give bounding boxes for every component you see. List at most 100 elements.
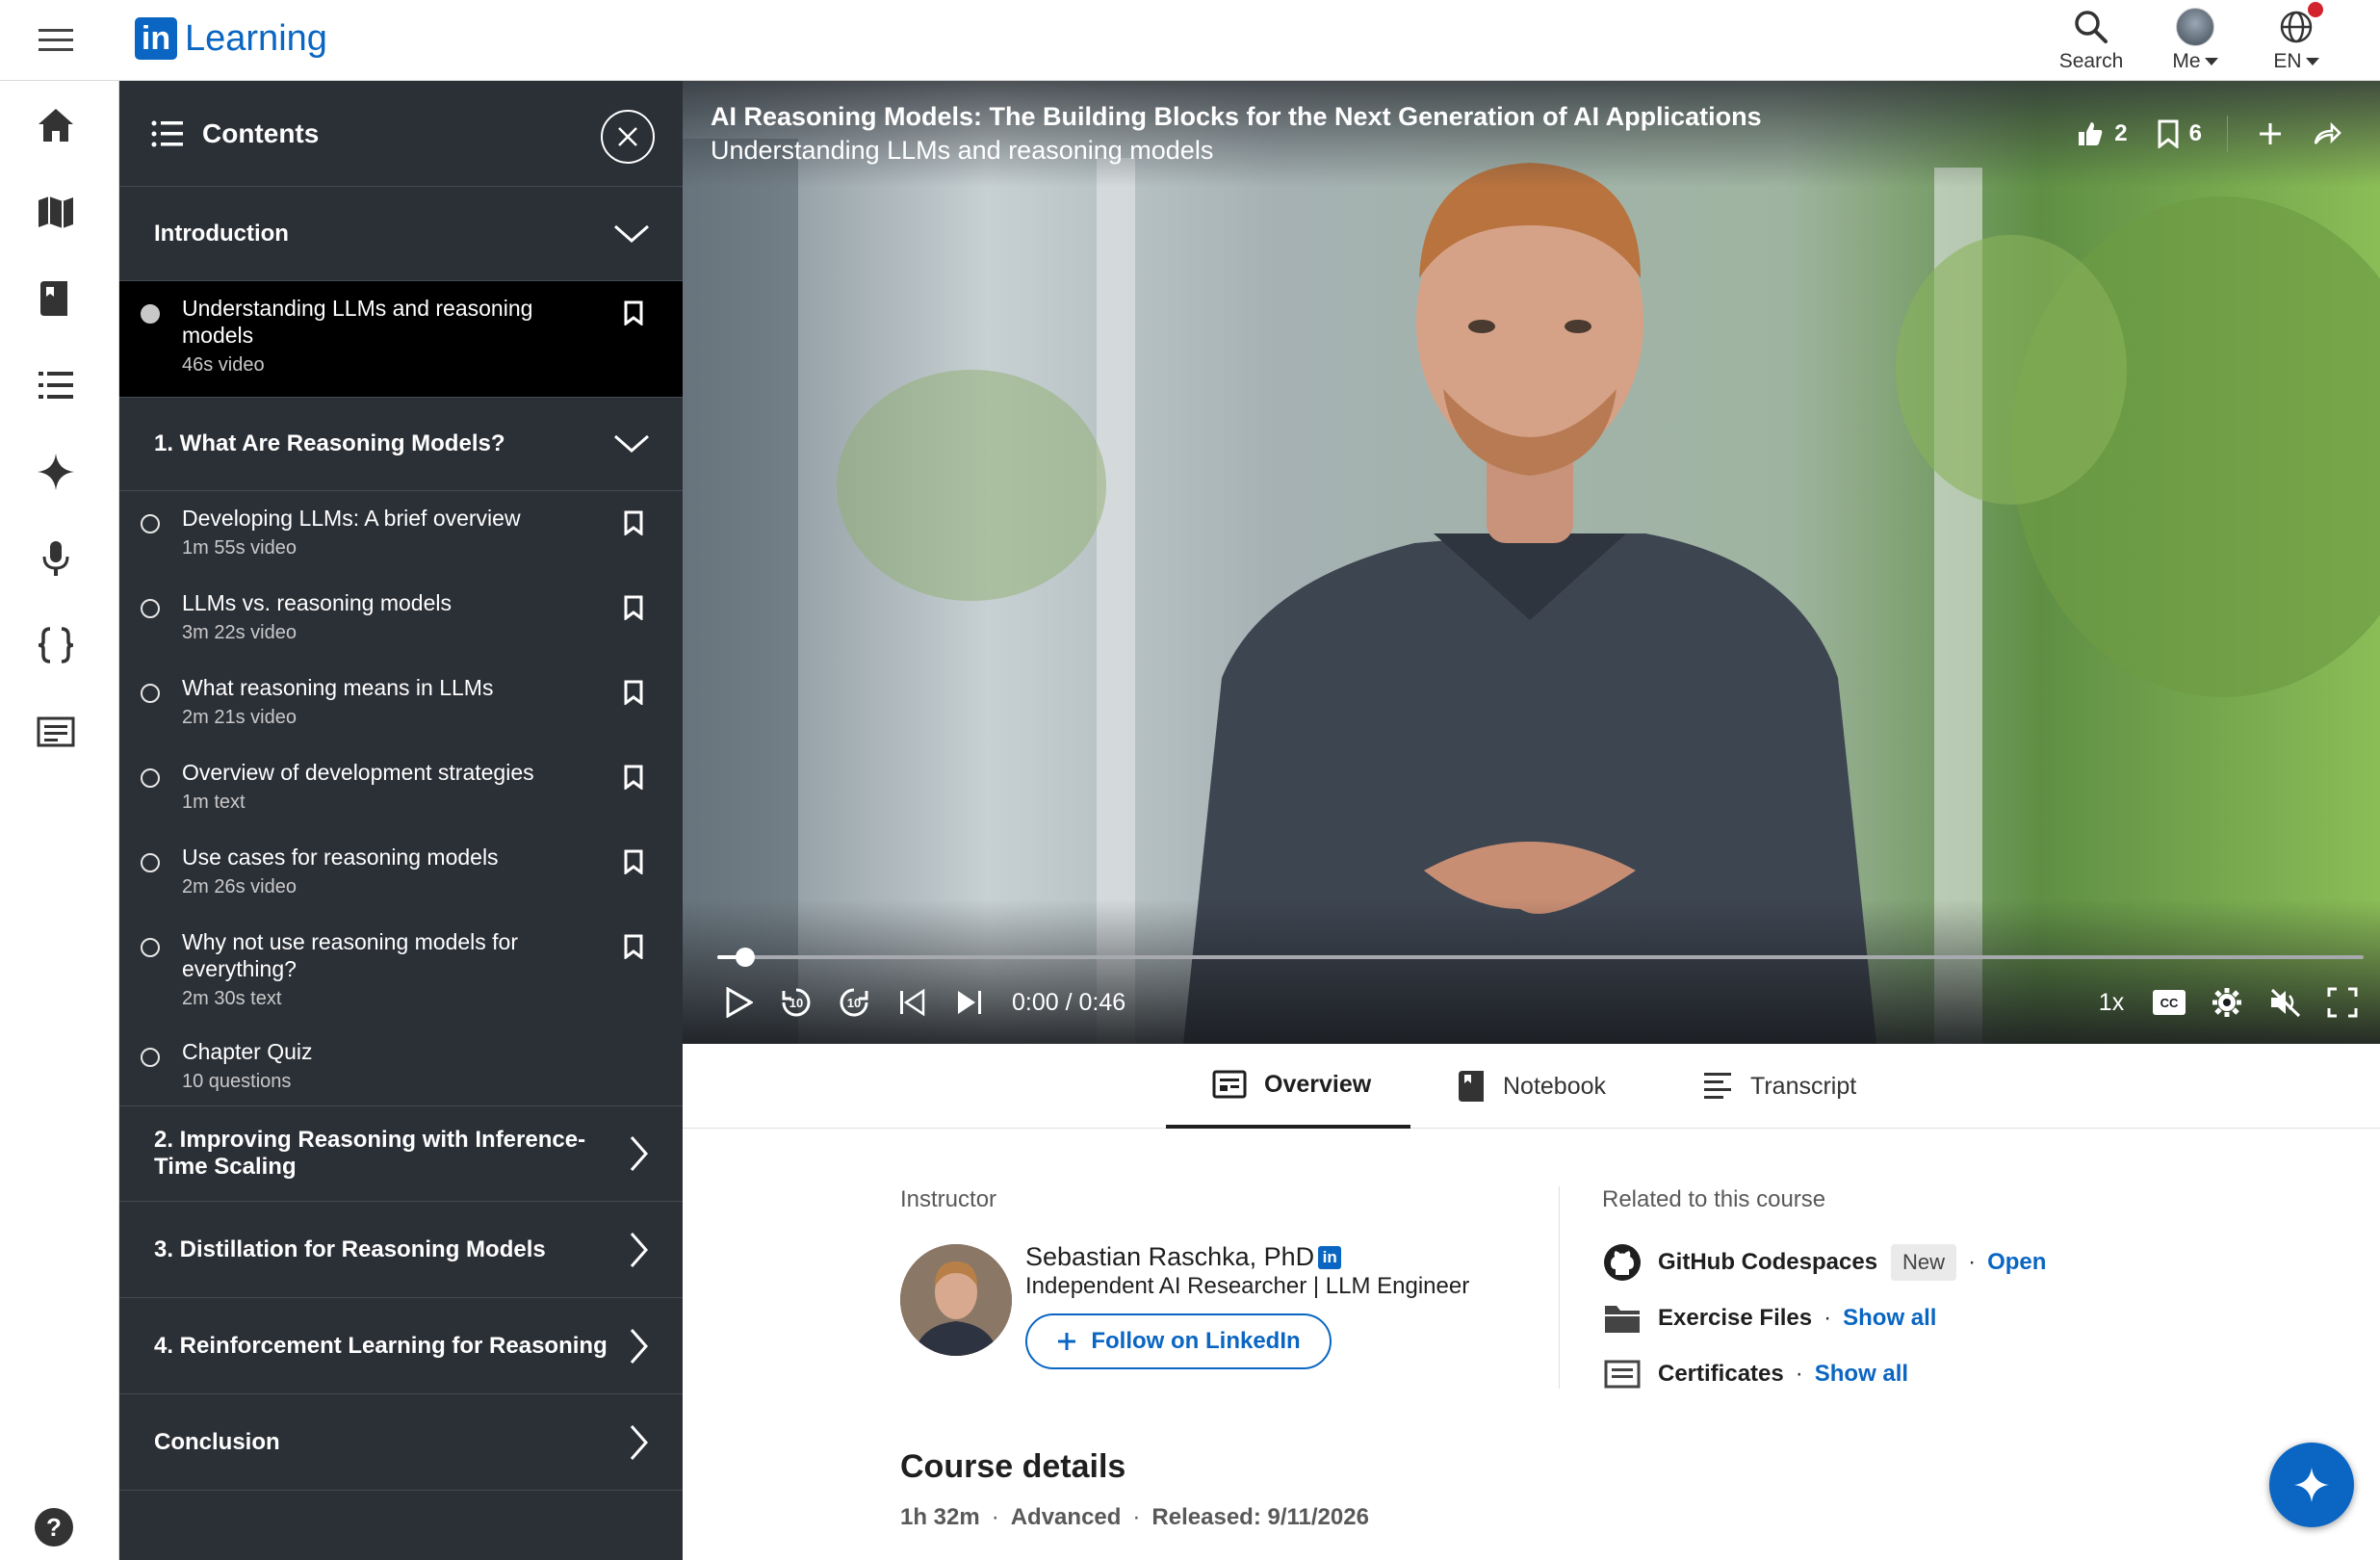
tab-overview[interactable]: Overview [1166,1044,1410,1129]
chevron-down-icon [614,224,649,243]
closed-captions-icon: CC [2153,990,2186,1015]
lesson-item[interactable]: Chapter Quiz 10 questions [119,1025,683,1105]
progress-dot [141,768,160,788]
section-introduction[interactable]: Introduction [119,187,683,281]
related-name: Exercise Files [1658,1305,1813,1331]
svg-text:10: 10 [789,996,803,1010]
lesson-item[interactable]: Use cases for reasoning models 2m 26s vi… [119,830,683,915]
save-button[interactable]: 6 [2157,119,2202,148]
tab-notebook[interactable]: Notebook [1457,1044,1606,1129]
left-rail [0,81,119,1560]
saves-count: 6 [2188,120,2202,146]
rewind-10-button[interactable]: 10 [775,981,817,1024]
library-book-icon[interactable] [33,275,79,322]
section-reinforcement-learning[interactable]: 4. Reinforcement Learning for Reasoning [119,1298,683,1394]
show-all-link[interactable]: Show all [1815,1361,1908,1388]
list-icon[interactable] [33,362,79,408]
microphone-icon[interactable] [33,535,79,582]
lesson-item[interactable]: What reasoning means in LLMs 2m 21s vide… [119,661,683,745]
play-icon [726,987,753,1018]
close-contents-button[interactable] [601,110,655,164]
ai-coach-button[interactable] [2269,1443,2354,1527]
playback-speed-button[interactable]: 1x [2090,981,2133,1024]
home-icon[interactable] [33,102,79,148]
help-icon[interactable]: ? [35,1508,73,1547]
open-link[interactable]: Open [1987,1249,2046,1276]
video-player[interactable]: AI Reasoning Models: The Building Blocks… [683,81,2380,1044]
lesson-title: Overview of development strategies [182,760,534,785]
instructor-avatar[interactable] [900,1244,1012,1356]
forward-10-button[interactable]: 10 [833,981,875,1024]
new-badge: New [1891,1244,1957,1281]
volume-muted-icon [2270,988,2301,1018]
play-button[interactable] [717,981,760,1024]
follow-on-linkedin-button[interactable]: Follow on LinkedIn [1025,1313,1332,1369]
section-inference-time-scaling[interactable]: 2. Improving Reasoning with Inference-Ti… [119,1105,683,1202]
hamburger-menu-icon[interactable] [35,21,77,60]
contents-panel: Contents Introduction Understanding LLMs… [119,81,683,1560]
lesson-item[interactable]: Understanding LLMs and reasoning models … [119,281,683,397]
ai-sparkle-icon[interactable] [33,449,79,495]
linkedin-logo-badge: in [135,17,177,60]
separator-dot: · [991,1504,999,1530]
lesson-item[interactable]: Overview of development strategies 1m te… [119,745,683,830]
search-label: Search [2058,50,2124,72]
language-menu[interactable]: EN [2253,0,2340,81]
captions-button[interactable]: CC [2148,981,2190,1024]
map-icon[interactable] [33,189,79,235]
bookmark-icon[interactable] [623,765,644,790]
overview-icon [1212,1070,1247,1099]
mute-button[interactable] [2264,981,2306,1024]
progress-dot [141,853,160,872]
gear-icon [2212,988,2241,1017]
lesson-item[interactable]: Why not use reasoning models for everyth… [119,915,683,1025]
section-title: 2. Improving Reasoning with Inference-Ti… [154,1127,586,1180]
add-to-collection-button[interactable] [2257,120,2284,147]
next-video-button[interactable] [948,981,991,1024]
previous-video-button[interactable] [891,981,933,1024]
section-conclusion[interactable]: Conclusion [119,1394,683,1491]
progress-handle[interactable] [736,948,756,967]
search-button[interactable]: Search [2051,0,2132,81]
certificate-icon[interactable] [33,709,79,755]
timecode: 0:00 / 0:46 [1012,988,1126,1016]
share-button[interactable] [2313,120,2341,147]
related-exercise-files: Exercise Files · Show all [1602,1298,1936,1339]
section-what-are-reasoning-models[interactable]: 1. What Are Reasoning Models? [119,397,683,491]
me-menu[interactable]: Me [2157,0,2234,81]
section-title: Conclusion [154,1428,280,1455]
bookmark-icon[interactable] [623,510,644,535]
section-distillation[interactable]: 3. Distillation for Reasoning Models [119,1202,683,1298]
svg-text:CC: CC [2160,996,2179,1010]
bookmark-icon[interactable] [623,300,644,325]
ai-sparkle-icon [2294,1468,2329,1502]
follow-label: Follow on LinkedIn [1091,1328,1301,1354]
likes-count: 2 [2114,120,2128,146]
tab-transcript[interactable]: Transcript [1702,1044,1856,1129]
instructor-name[interactable]: Sebastian Raschka, PhD in [1025,1242,1342,1272]
player-controls: 10 10 0:00 / 0:46 1x CC [717,978,2364,1027]
show-all-link[interactable]: Show all [1843,1305,1936,1332]
plus-icon [2260,123,2281,144]
progress-bar[interactable] [717,948,2364,967]
bookmark-icon[interactable] [623,934,644,959]
lesson-item[interactable]: LLMs vs. reasoning models 3m 22s video [119,576,683,661]
notebook-icon [1459,1071,1484,1102]
forward-10-icon: 10 [840,988,868,1017]
skip-previous-icon [900,988,925,1017]
bookmark-icon[interactable] [623,849,644,874]
code-braces-icon[interactable] [33,622,79,668]
lesson-item[interactable]: Developing LLMs: A brief overview 1m 55s… [119,491,683,576]
linkedin-learning-logo[interactable]: in Learning [135,15,327,62]
bookmark-icon[interactable] [623,680,644,705]
lesson-meta: 10 questions [182,1071,292,1092]
bookmark-icon[interactable] [623,595,644,620]
fullscreen-button[interactable] [2321,981,2364,1024]
svg-text:10: 10 [847,996,861,1010]
like-button[interactable]: 2 [2076,119,2128,148]
lesson-title: What reasoning means in LLMs [182,675,494,700]
section-title: Introduction [154,220,289,247]
divider [1559,1186,1560,1389]
lesson-title: Use cases for reasoning models [182,845,499,870]
settings-button[interactable] [2206,981,2248,1024]
